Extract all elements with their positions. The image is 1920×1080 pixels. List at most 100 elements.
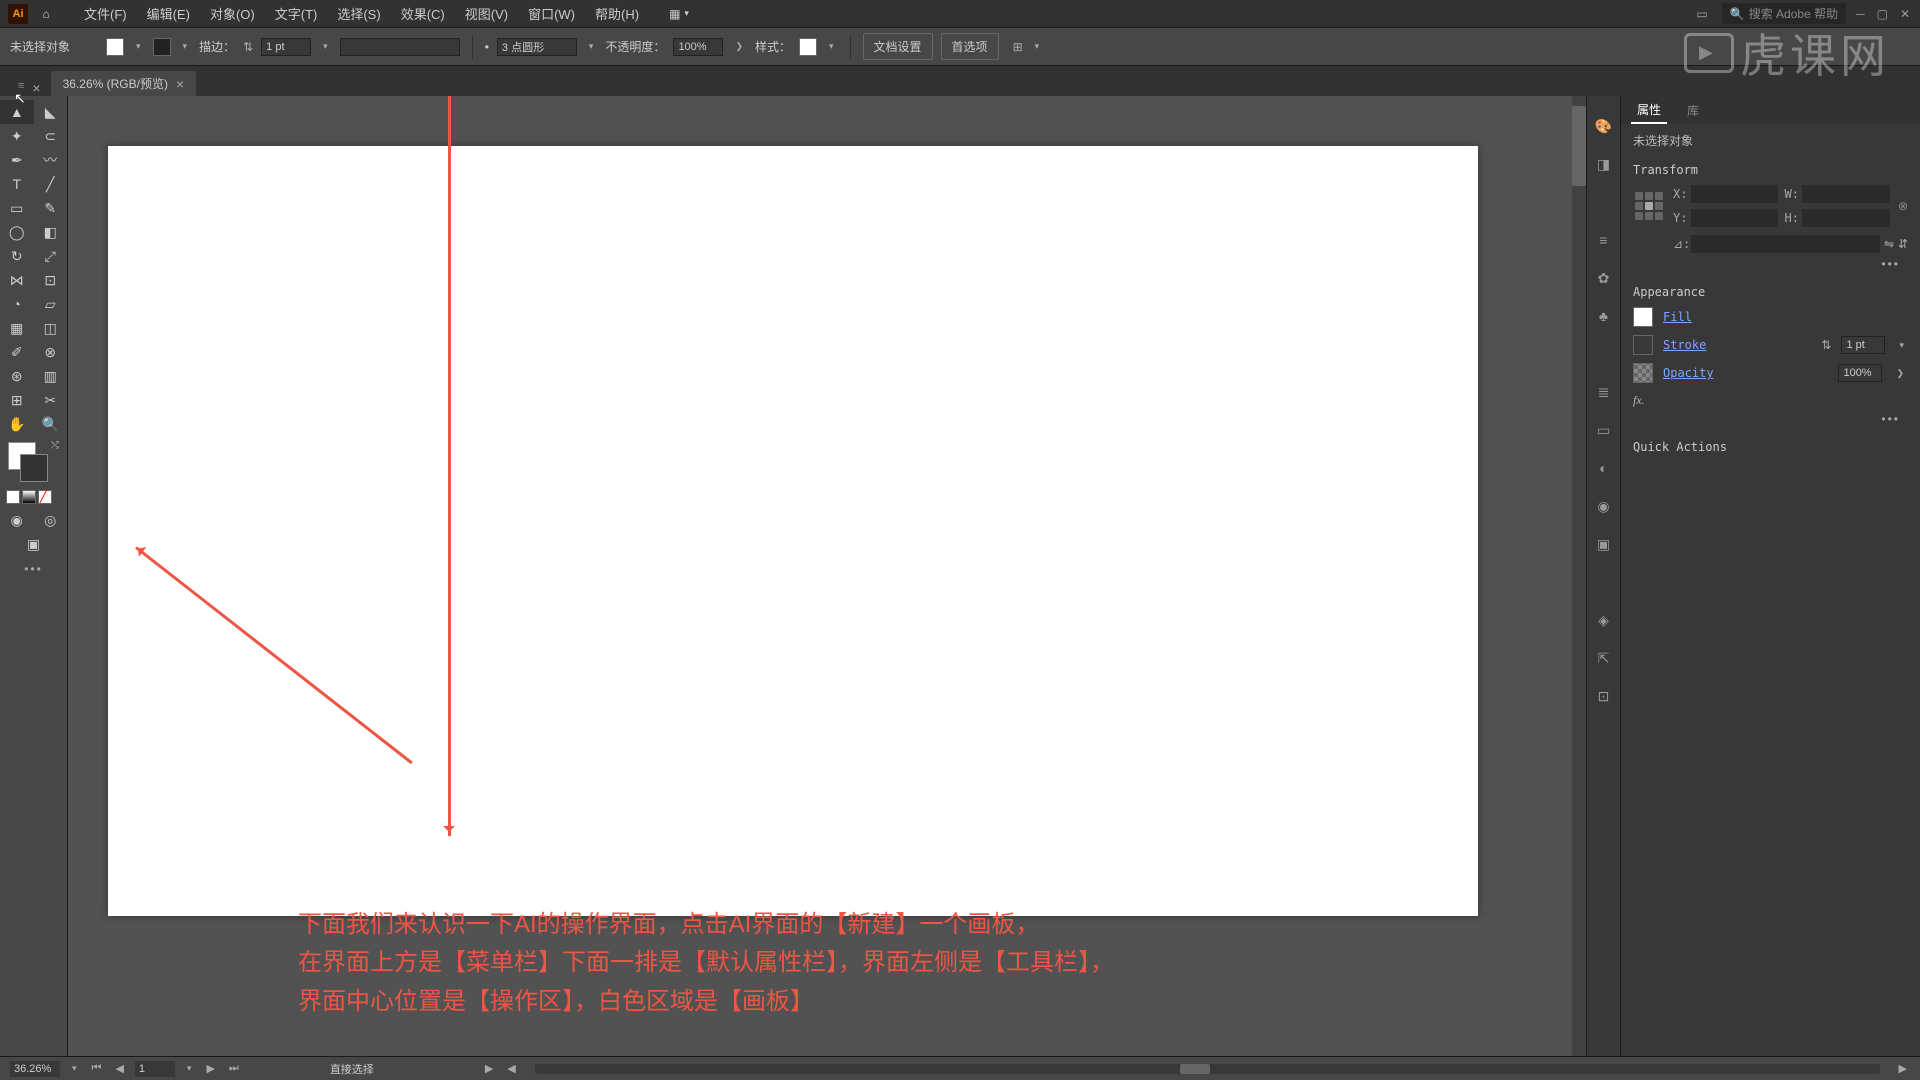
transform-more-icon[interactable]: ••• xyxy=(1633,253,1908,275)
swatches-panel-icon[interactable]: ◨ xyxy=(1594,154,1614,174)
menu-type[interactable]: 文字(T) xyxy=(265,0,328,27)
appearance-opacity-input[interactable] xyxy=(1838,364,1882,382)
tab-library[interactable]: 库 xyxy=(1681,98,1705,123)
color-mode-gradient[interactable] xyxy=(22,490,36,504)
draw-mode-behind[interactable]: ◎ xyxy=(34,508,68,532)
close-icon[interactable]: ✕ xyxy=(1900,7,1910,21)
graph-tool[interactable]: ▥ xyxy=(34,364,68,388)
layers-panel-icon[interactable]: ◈ xyxy=(1594,610,1614,630)
selection-tool[interactable]: ▲ xyxy=(0,100,34,124)
fill-dropdown-icon[interactable]: ▾ xyxy=(132,41,145,52)
vertical-scrollbar[interactable] xyxy=(1572,96,1586,1056)
line-tool[interactable]: ╱ xyxy=(34,172,68,196)
menu-effect[interactable]: 效果(C) xyxy=(391,0,455,27)
appearance-panel-icon[interactable]: ◉ xyxy=(1594,496,1614,516)
symbols-panel-icon[interactable]: ♣ xyxy=(1594,306,1614,326)
eraser-tool[interactable]: ◧ xyxy=(34,220,68,244)
align-panel-icon[interactable]: ▭ xyxy=(1594,420,1614,440)
color-mode-none[interactable]: ╱ xyxy=(38,490,52,504)
stroke-swatch[interactable] xyxy=(153,38,171,56)
link-wh-icon[interactable]: ⊗ xyxy=(1898,199,1908,213)
next-artboard-icon[interactable]: ▶ xyxy=(203,1062,217,1075)
transform-w-input[interactable] xyxy=(1802,185,1889,203)
graphic-styles-panel-icon[interactable]: ▣ xyxy=(1594,534,1614,554)
color-panel-icon[interactable]: 🎨 xyxy=(1594,116,1614,136)
status-menu-icon[interactable]: ▶ xyxy=(482,1062,496,1075)
artboard[interactable] xyxy=(108,146,1478,916)
rotate-tool[interactable]: ↻ xyxy=(0,244,34,268)
search-input[interactable]: 🔍 搜索 Adobe 帮助 xyxy=(1722,3,1846,24)
menu-file[interactable]: 文件(F) xyxy=(74,0,137,27)
menu-help[interactable]: 帮助(H) xyxy=(585,0,649,27)
tab-properties[interactable]: 属性 xyxy=(1631,97,1667,124)
last-artboard-icon[interactable]: ⏭ xyxy=(226,1062,242,1075)
transform-h-input[interactable] xyxy=(1802,209,1889,227)
appearance-stroke-swatch[interactable] xyxy=(1633,335,1653,355)
first-artboard-icon[interactable]: ⏮ xyxy=(89,1062,105,1075)
appearance-stroke-link[interactable]: Stroke xyxy=(1663,338,1706,352)
pen-tool[interactable]: ✒ xyxy=(0,148,34,172)
transform-y-input[interactable] xyxy=(1691,209,1778,227)
arrange-docs-icon[interactable]: ▭ xyxy=(1696,7,1707,21)
mesh-tool[interactable]: ▦ xyxy=(0,316,34,340)
gradient-tool[interactable]: ◫ xyxy=(34,316,68,340)
opacity-input[interactable] xyxy=(673,38,723,56)
document-tab[interactable]: 36.26% (RGB/预览) × xyxy=(51,71,197,96)
canvas-area[interactable]: 下面我们来认识一下AI的操作界面，点击AI界面的【新建】一个画板， 在界面上方是… xyxy=(68,96,1586,1056)
stroke-stepper-icon[interactable]: ⇅ xyxy=(243,40,253,54)
pathfinder-panel-icon[interactable]: ◐ xyxy=(1594,458,1614,478)
style-swatch[interactable] xyxy=(799,38,817,56)
slice-tool[interactable]: ✂ xyxy=(34,388,68,412)
appearance-fill-link[interactable]: Fill xyxy=(1663,310,1692,324)
opacity-dropdown-icon[interactable]: ❯ xyxy=(731,41,747,52)
appearance-opacity-link[interactable]: Opacity xyxy=(1663,366,1714,380)
appearance-stroke-input[interactable] xyxy=(1841,336,1885,354)
maximize-icon[interactable]: ▢ xyxy=(1877,7,1888,21)
artboard-dropdown-icon[interactable]: ▾ xyxy=(183,1063,196,1074)
appearance-opacity-swatch[interactable] xyxy=(1633,363,1653,383)
preferences-button[interactable]: 首选项 xyxy=(941,33,999,60)
appearance-fill-swatch[interactable] xyxy=(1633,307,1653,327)
curvature-tool[interactable]: 〰 xyxy=(34,148,68,172)
scale-tool[interactable]: ⤢ xyxy=(34,244,68,268)
brush-definition-input[interactable] xyxy=(340,38,460,56)
style-dropdown-icon[interactable]: ▾ xyxy=(825,41,838,52)
background-color[interactable] xyxy=(20,454,48,482)
direct-selection-tool[interactable]: ◣ xyxy=(34,100,68,124)
width-dropdown-icon[interactable]: ▾ xyxy=(585,41,598,52)
blend-tool[interactable]: ⊗ xyxy=(34,340,68,364)
edit-toolbar-icon[interactable]: ••• xyxy=(0,556,67,582)
zoom-input[interactable] xyxy=(10,1061,60,1077)
reference-point-picker[interactable] xyxy=(1633,190,1665,222)
document-setup-button[interactable]: 文档设置 xyxy=(863,33,933,60)
transparency-panel-icon[interactable]: ≣ xyxy=(1594,382,1614,402)
align-dropdown-icon[interactable]: ▾ xyxy=(1031,41,1044,52)
fx-button[interactable]: fx. xyxy=(1633,393,1908,408)
transform-angle-input[interactable] xyxy=(1691,235,1880,253)
draw-mode-normal[interactable]: ◉ xyxy=(0,508,34,532)
color-picker[interactable]: ⤭ xyxy=(0,436,67,486)
shape-builder-tool[interactable]: ◔ xyxy=(0,292,34,316)
artboards-panel-icon[interactable]: ⊡ xyxy=(1594,686,1614,706)
perspective-tool[interactable]: ▱ xyxy=(34,292,68,316)
stroke-unit-dropdown-icon[interactable]: ▾ xyxy=(319,41,332,52)
minimize-icon[interactable]: ─ xyxy=(1856,7,1865,21)
free-transform-tool[interactable]: ⊡ xyxy=(34,268,68,292)
flip-v-icon[interactable]: ⇵ xyxy=(1898,237,1908,251)
swap-colors-icon[interactable]: ⤭ xyxy=(51,440,59,451)
type-tool[interactable]: T xyxy=(0,172,34,196)
screen-mode-icon[interactable]: ▣ xyxy=(17,532,51,556)
artboard-tool[interactable]: ⊞ xyxy=(0,388,34,412)
asset-export-panel-icon[interactable]: ⇱ xyxy=(1594,648,1614,668)
brushes-panel-icon[interactable]: ✿ xyxy=(1594,268,1614,288)
hand-tool[interactable]: ✋ xyxy=(0,412,34,436)
variable-width-input[interactable] xyxy=(497,38,577,56)
zoom-tool[interactable]: 🔍 xyxy=(34,412,68,436)
stroke-dropdown-icon[interactable]: ▾ xyxy=(179,41,192,52)
stroke-panel-icon[interactable]: ≡ xyxy=(1594,230,1614,250)
color-mode-fill[interactable] xyxy=(6,490,20,504)
fill-swatch[interactable] xyxy=(106,38,124,56)
lasso-tool[interactable]: ⊂ xyxy=(34,124,68,148)
zoom-dropdown-icon[interactable]: ▾ xyxy=(68,1063,81,1074)
tab-close-icon[interactable]: × xyxy=(176,76,184,92)
